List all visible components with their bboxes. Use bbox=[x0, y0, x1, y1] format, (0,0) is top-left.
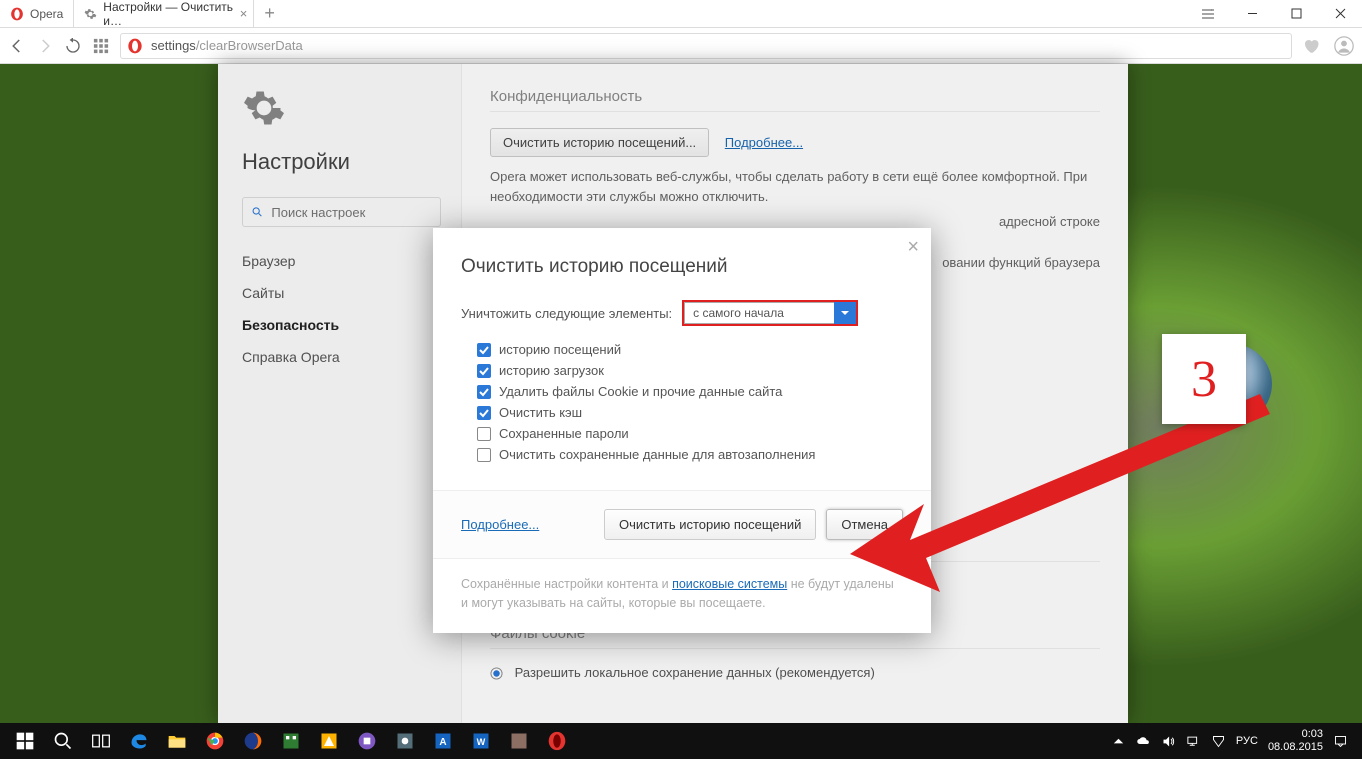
app-icon[interactable] bbox=[500, 723, 538, 759]
window-minimize-button[interactable] bbox=[1230, 0, 1274, 28]
clear-history-dialog: × Очистить историю посещений Уничтожить … bbox=[433, 228, 931, 633]
browser-navbar: settings/clearBrowserData bbox=[0, 28, 1362, 64]
clear-option-label: Удалить файлы Cookie и прочие данные сай… bbox=[499, 384, 782, 399]
browser-tab-settings[interactable]: Настройки — Очистить и… × bbox=[74, 0, 254, 27]
dialog-close-button[interactable]: × bbox=[907, 236, 919, 259]
bookmark-heart-icon[interactable] bbox=[1302, 37, 1320, 55]
edge-icon[interactable] bbox=[120, 723, 158, 759]
dialog-title: Очистить историю посещений bbox=[461, 256, 903, 278]
account-icon[interactable] bbox=[1334, 36, 1354, 56]
nav-forward-button[interactable] bbox=[36, 37, 54, 55]
opera-menu-label: Opera bbox=[30, 7, 63, 21]
window-titlebar: Opera Настройки — Очистить и… × + bbox=[0, 0, 1362, 28]
checkbox-checked-icon bbox=[477, 364, 491, 378]
chrome-icon[interactable] bbox=[196, 723, 234, 759]
security-icon[interactable] bbox=[1211, 734, 1226, 749]
gear-icon bbox=[84, 7, 97, 21]
clear-option-4[interactable]: Сохраненные пароли bbox=[477, 426, 903, 441]
firefox-icon[interactable] bbox=[234, 723, 272, 759]
network-icon[interactable] bbox=[1186, 734, 1201, 749]
task-view-icon[interactable] bbox=[82, 723, 120, 759]
clear-option-0[interactable]: историю посещений bbox=[477, 342, 903, 357]
checkbox-checked-icon bbox=[477, 343, 491, 357]
dropdown-arrow-icon[interactable] bbox=[834, 302, 856, 324]
clear-option-label: историю посещений bbox=[499, 342, 621, 357]
dialog-info-text: Сохранённые настройки контента и поисков… bbox=[433, 558, 931, 633]
app-icon[interactable] bbox=[272, 723, 310, 759]
cancel-button[interactable]: Отмена bbox=[826, 509, 903, 540]
volume-icon[interactable] bbox=[1161, 734, 1176, 749]
opera-easy-setup-icon[interactable] bbox=[1186, 0, 1230, 28]
checkbox-unchecked-icon bbox=[477, 427, 491, 441]
opera-logo-icon bbox=[127, 38, 143, 54]
time-range-select[interactable]: с самого начала bbox=[682, 300, 858, 326]
app-icon[interactable] bbox=[310, 723, 348, 759]
opera-menu-tab[interactable]: Opera bbox=[0, 0, 74, 27]
taskbar-clock[interactable]: 0:03 08.08.2015 bbox=[1268, 728, 1323, 753]
clear-option-5[interactable]: Очистить сохраненные данные для автозапо… bbox=[477, 447, 903, 462]
window-maximize-button[interactable] bbox=[1274, 0, 1318, 28]
annotation-step-number: 3 bbox=[1162, 334, 1246, 424]
dialog-more-link[interactable]: Подробнее... bbox=[461, 517, 539, 532]
clear-option-label: Сохраненные пароли bbox=[499, 426, 629, 441]
clear-option-2[interactable]: Удалить файлы Cookie и прочие данные сай… bbox=[477, 384, 903, 399]
checkbox-checked-icon bbox=[477, 406, 491, 420]
app-icon[interactable] bbox=[348, 723, 386, 759]
address-text: settings/clearBrowserData bbox=[151, 38, 303, 53]
action-center-icon[interactable] bbox=[1333, 734, 1348, 749]
system-tray: РУС 0:03 08.08.2015 bbox=[1111, 728, 1356, 753]
file-explorer-icon[interactable] bbox=[158, 723, 196, 759]
clear-option-1[interactable]: историю загрузок bbox=[477, 363, 903, 378]
opera-taskbar-icon[interactable] bbox=[538, 723, 576, 759]
window-close-button[interactable] bbox=[1318, 0, 1362, 28]
tab-close-icon[interactable]: × bbox=[240, 6, 248, 21]
svg-text:A: A bbox=[439, 737, 446, 748]
windows-taskbar: A W РУС 0:03 08.08.2015 bbox=[0, 723, 1362, 759]
nav-reload-button[interactable] bbox=[64, 37, 82, 55]
address-bar[interactable]: settings/clearBrowserData bbox=[120, 33, 1292, 59]
svg-text:W: W bbox=[477, 737, 486, 747]
clear-option-label: Очистить кэш bbox=[499, 405, 582, 420]
clear-history-confirm-button[interactable]: Очистить историю посещений bbox=[604, 509, 816, 540]
clear-option-3[interactable]: Очистить кэш bbox=[477, 405, 903, 420]
checkbox-unchecked-icon bbox=[477, 448, 491, 462]
language-indicator[interactable]: РУС bbox=[1236, 735, 1258, 747]
destroy-label: Уничтожить следующие элементы: bbox=[461, 306, 672, 321]
start-button[interactable] bbox=[6, 723, 44, 759]
tray-up-icon[interactable] bbox=[1111, 734, 1126, 749]
onedrive-icon[interactable] bbox=[1136, 734, 1151, 749]
clear-option-label: Очистить сохраненные данные для автозапо… bbox=[499, 447, 815, 462]
app-icon[interactable] bbox=[386, 723, 424, 759]
speed-dial-button[interactable] bbox=[92, 37, 110, 55]
clear-option-label: историю загрузок bbox=[499, 363, 604, 378]
new-tab-button[interactable]: + bbox=[254, 0, 285, 27]
word-icon[interactable]: W bbox=[462, 723, 500, 759]
search-engines-link[interactable]: поисковые системы bbox=[672, 577, 787, 591]
app-icon[interactable]: A bbox=[424, 723, 462, 759]
time-range-value: с самого начала bbox=[684, 302, 834, 324]
nav-back-button[interactable] bbox=[8, 37, 26, 55]
taskbar-search-icon[interactable] bbox=[44, 723, 82, 759]
tab-title: Настройки — Очистить и… bbox=[103, 0, 243, 28]
opera-logo-icon bbox=[10, 7, 24, 21]
checkbox-checked-icon bbox=[477, 385, 491, 399]
